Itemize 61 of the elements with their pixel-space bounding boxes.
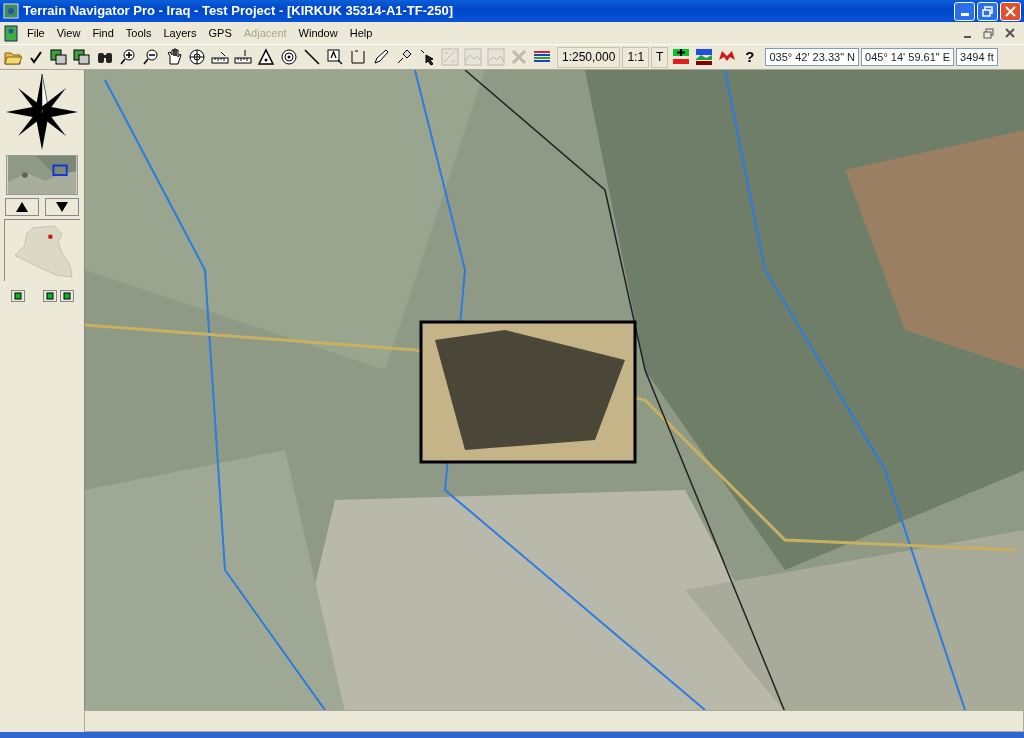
- zoom-out-icon: [141, 48, 160, 66]
- actual-size-button[interactable]: 1:1: [622, 46, 650, 68]
- layers-button[interactable]: [48, 46, 69, 68]
- split-view-button[interactable]: [42, 290, 57, 302]
- terrain-color-button[interactable]: [693, 46, 715, 68]
- ruler-icon: [233, 48, 252, 66]
- pencil-icon: [371, 48, 390, 66]
- latitude-field: 035° 42' 23.33" N: [765, 48, 860, 66]
- square-icon: [13, 292, 22, 300]
- scroll-up-button[interactable]: [5, 198, 39, 216]
- triangle-button[interactable]: [255, 46, 276, 68]
- close-icon: [1004, 28, 1015, 38]
- restore-button[interactable]: [977, 1, 998, 21]
- terrain-icon: [694, 48, 713, 66]
- crosshair-button[interactable]: [186, 46, 207, 68]
- layers-icon: [72, 48, 91, 66]
- diagonal-line-icon: [302, 48, 321, 66]
- terrain-icon: [486, 48, 505, 66]
- zoom-in-icon: [118, 48, 137, 66]
- terrain-icon: [463, 48, 482, 66]
- up-arrow-icon: [16, 202, 28, 212]
- menu-item[interactable]: View: [50, 23, 87, 43]
- document-icon: [4, 24, 18, 42]
- target-icon: [279, 48, 298, 66]
- minimize-icon: [960, 12, 969, 16]
- window-title: Terrain Navigator Pro - Iraq - Test Project - [KIRKUK 35314-A1-TF-250]: [23, 2, 455, 21]
- menu-item[interactable]: Find: [86, 23, 120, 43]
- square-icon: [62, 292, 71, 300]
- app-icon: [3, 3, 19, 19]
- longitude-field: 045° 14' 59.61" E: [861, 48, 955, 66]
- text-button[interactable]: T: [651, 46, 669, 68]
- scroll-down-button[interactable]: [45, 198, 79, 216]
- menu-item[interactable]: Window: [292, 23, 344, 43]
- square-icon: [45, 292, 54, 300]
- layers-icon: [49, 48, 68, 66]
- layers-button[interactable]: [71, 46, 92, 68]
- minimize-icon: [964, 35, 971, 38]
- menu-item[interactable]: File: [21, 23, 51, 43]
- text-search-icon: [325, 48, 344, 66]
- close-icon: [1005, 5, 1016, 17]
- chart-icon: [440, 48, 459, 66]
- elevation-field: 3494 ft: [956, 48, 998, 66]
- crosshair-icon: [187, 48, 206, 66]
- triangle-icon: [256, 48, 275, 66]
- down-arrow-icon: [56, 202, 68, 212]
- minimize-button[interactable]: [954, 1, 975, 21]
- restore-icon: [982, 5, 993, 17]
- menu-item[interactable]: Help: [343, 23, 379, 43]
- split-view-button[interactable]: [59, 290, 74, 302]
- measure-icon: [348, 48, 367, 66]
- menu-item[interactable]: Tools: [119, 23, 158, 43]
- close-button[interactable]: [1000, 1, 1021, 21]
- single-view-button[interactable]: [10, 290, 25, 302]
- x-icon: [509, 48, 528, 66]
- menu-item[interactable]: Layers: [157, 23, 203, 43]
- restore-icon: [983, 27, 994, 39]
- target-button[interactable]: [278, 46, 299, 68]
- help-button[interactable]: ?: [739, 46, 761, 68]
- scale-button[interactable]: 1:250,000: [557, 46, 621, 68]
- menu-item[interactable]: GPS: [202, 23, 238, 43]
- legend-icon: [671, 48, 690, 66]
